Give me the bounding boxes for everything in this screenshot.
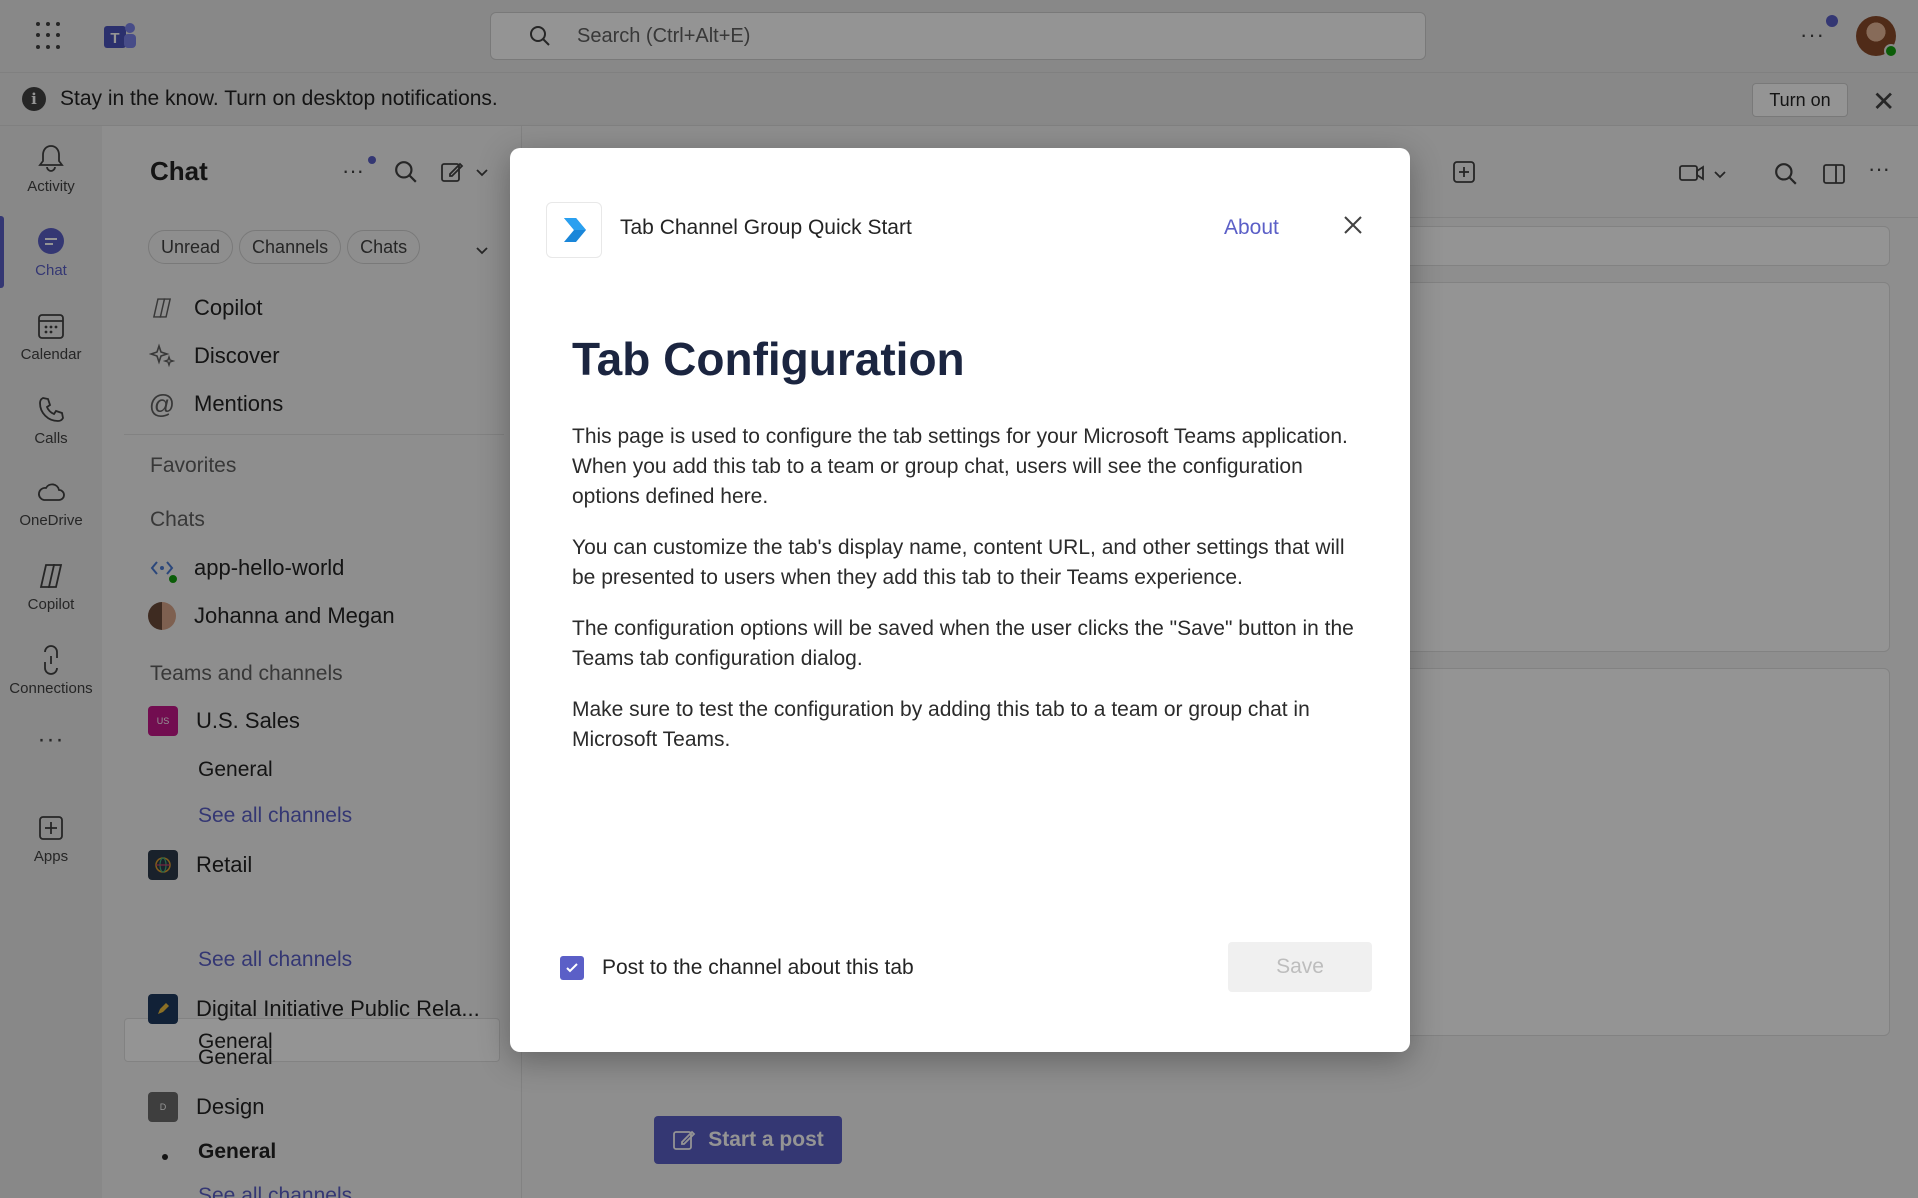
paragraph: You can customize the tab's display name… (572, 536, 1345, 589)
dialog-body: This page is used to configure the tab s… (572, 422, 1372, 776)
about-link[interactable]: About (1224, 216, 1279, 240)
close-icon[interactable] (1338, 210, 1368, 240)
dialog-heading: Tab Configuration (572, 333, 965, 385)
dialog-app-name: Tab Channel Group Quick Start (620, 216, 912, 239)
checkmark-icon (566, 963, 578, 973)
paragraph: Make sure to test the configuration by a… (572, 698, 1310, 751)
checkbox-label[interactable]: Post to the channel about this tab (602, 956, 914, 980)
post-to-channel-checkbox[interactable] (560, 956, 584, 980)
paragraph: The configuration options will be saved … (572, 617, 1354, 670)
paragraph: This page is used to configure the tab s… (572, 425, 1348, 508)
tab-config-dialog: Tab Channel Group Quick Start About Tab … (510, 148, 1410, 1052)
save-button[interactable]: Save (1228, 942, 1372, 992)
app-logo-icon (546, 202, 602, 258)
